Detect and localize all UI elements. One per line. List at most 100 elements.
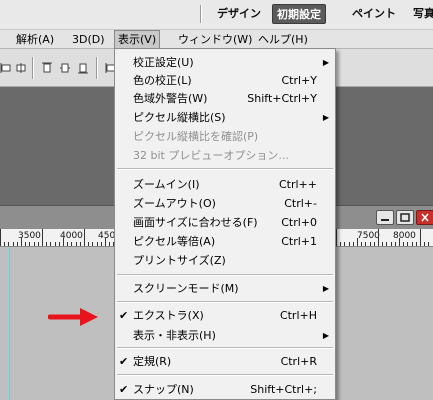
menu-item-label: ピクセル縦横比を確認(P) bbox=[133, 130, 259, 143]
ruler-tick bbox=[25, 242, 26, 246]
ruler-tick bbox=[63, 238, 64, 246]
workspace-photography[interactable]: 写真 bbox=[409, 4, 433, 24]
menu-item-print-size[interactable]: プリントサイズ(Z) bbox=[115, 251, 335, 270]
check-icon: ✔ bbox=[119, 383, 129, 396]
ruler-tick bbox=[407, 242, 408, 246]
ruler-tick bbox=[59, 242, 60, 246]
menu-item-label: スクリーンモード(M) bbox=[133, 282, 239, 295]
menu-divider bbox=[117, 374, 333, 376]
ruler-tick bbox=[374, 242, 375, 246]
menu-3d[interactable]: 3D(D) bbox=[72, 30, 105, 49]
menu-item-label: スナップ(N) bbox=[133, 383, 194, 396]
menu-analysis[interactable]: 解析(A) bbox=[16, 30, 54, 49]
minimize-icon bbox=[381, 219, 389, 221]
ruler-tick bbox=[17, 242, 18, 246]
menu-item-actual-pixels[interactable]: ピクセル等倍(A) Ctrl+1 bbox=[115, 232, 335, 251]
guide-line[interactable] bbox=[9, 247, 10, 400]
menu-item-zoom-out[interactable]: ズームアウト(O) Ctrl+- bbox=[115, 194, 335, 213]
ruler-tick bbox=[378, 229, 379, 246]
menu-item-proof-colors[interactable]: 色の校正(L) Ctrl+Y bbox=[115, 71, 335, 90]
menu-item-pixel-aspect-ratio[interactable]: ピクセル縦横比(S) ▶ bbox=[115, 108, 335, 127]
menu-item-shortcut: Ctrl+Y bbox=[281, 74, 317, 87]
workspace-switcher-bar: デザイン 初期設定 ペイント 写真 bbox=[0, 0, 433, 30]
ruler-tick bbox=[109, 242, 110, 246]
workspace-design[interactable]: デザイン bbox=[213, 4, 265, 24]
ruler-tick bbox=[38, 242, 39, 246]
distribute-vcenter-icon[interactable] bbox=[58, 61, 72, 75]
menu-item-shortcut: Ctrl+1 bbox=[281, 235, 317, 248]
workspace-separator bbox=[200, 5, 202, 23]
ruler-tick bbox=[365, 242, 366, 246]
menu-item-show[interactable]: 表示・非表示(H) ▶ bbox=[115, 326, 335, 345]
menu-item-shortcut: Ctrl+R bbox=[280, 355, 317, 368]
menu-item-label: ズームイン(I) bbox=[133, 178, 200, 191]
ruler-tick bbox=[370, 242, 371, 246]
menu-item-zoom-in[interactable]: ズームイン(I) Ctrl++ bbox=[115, 175, 335, 194]
minimize-button[interactable] bbox=[376, 210, 394, 225]
ruler-tick bbox=[336, 229, 337, 246]
submenu-arrow-icon: ▶ bbox=[322, 284, 329, 293]
menu-help[interactable]: ヘルプ(H) bbox=[258, 30, 308, 49]
ruler-tick bbox=[46, 242, 47, 246]
ruler-tick bbox=[412, 242, 413, 246]
distribute-bottom-icon[interactable] bbox=[76, 61, 90, 75]
menu-view[interactable]: 表示(V) bbox=[114, 30, 161, 49]
ruler-tick bbox=[76, 242, 77, 246]
ruler-tick bbox=[403, 242, 404, 246]
ruler-tick bbox=[88, 242, 89, 246]
ruler-label: 8000 bbox=[393, 231, 416, 241]
ruler-tick bbox=[71, 242, 72, 246]
menu-item-label: 校正設定(U) bbox=[133, 56, 194, 69]
menu-item-label: 画面サイズに合わせる(F) bbox=[133, 216, 258, 229]
menu-item-shortcut: Ctrl+0 bbox=[281, 216, 317, 229]
menu-item-label: ズームアウト(O) bbox=[133, 197, 216, 210]
ruler-tick bbox=[42, 229, 43, 246]
ruler-tick bbox=[101, 242, 102, 246]
ruler-tick bbox=[67, 242, 68, 246]
menu-window[interactable]: ウィンドウ(W) bbox=[178, 30, 252, 49]
distribute-top-icon[interactable] bbox=[40, 61, 54, 75]
maximize-button[interactable] bbox=[396, 210, 414, 225]
close-button[interactable] bbox=[416, 210, 433, 225]
ruler-label: 7500 bbox=[357, 231, 380, 241]
menu-item-rulers[interactable]: ✔ 定規(R) Ctrl+R bbox=[115, 352, 335, 371]
menu-divider bbox=[117, 347, 333, 349]
menu-item-screen-mode[interactable]: スクリーンモード(M) ▶ bbox=[115, 279, 335, 298]
options-separator bbox=[96, 57, 98, 79]
align-left-edges-icon[interactable] bbox=[0, 61, 14, 75]
menu-item-fit-on-screen[interactable]: 画面サイズに合わせる(F) Ctrl+0 bbox=[115, 213, 335, 232]
ruler-tick bbox=[84, 229, 85, 246]
ruler-tick bbox=[428, 242, 429, 246]
menu-item-shortcut: Ctrl++ bbox=[278, 178, 317, 191]
workspace-essentials[interactable]: 初期設定 bbox=[272, 4, 326, 24]
close-icon bbox=[421, 213, 429, 222]
menu-item-label: 色域外警告(W) bbox=[133, 92, 208, 105]
menu-item-shortcut: Shift+Ctrl+Y bbox=[247, 92, 317, 105]
submenu-arrow-icon: ▶ bbox=[322, 113, 329, 122]
menu-item-extras[interactable]: ✔ エクストラ(X) Ctrl+H bbox=[115, 306, 335, 325]
menu-item-gamut-warning[interactable]: 色域外警告(W) Shift+Ctrl+Y bbox=[115, 89, 335, 108]
check-icon: ✔ bbox=[119, 355, 129, 368]
ruler-tick bbox=[353, 242, 354, 246]
menu-item-label: ピクセル縦横比(S) bbox=[133, 111, 226, 124]
menu-item-label: 定規(R) bbox=[133, 355, 172, 368]
ruler-tick bbox=[382, 242, 383, 246]
align-centers-icon[interactable] bbox=[14, 61, 28, 75]
menu-item-pixel-aspect-correction[interactable]: ピクセル縦横比を確認(P) bbox=[115, 127, 335, 146]
menu-item-label: 32 bit プレビューオプション... bbox=[133, 149, 289, 162]
menu-item-snap[interactable]: ✔ スナップ(N) Shift+Ctrl+; bbox=[115, 380, 335, 399]
maximize-icon bbox=[400, 213, 410, 222]
ruler-tick bbox=[349, 242, 350, 246]
ruler-tick bbox=[29, 242, 30, 246]
menu-item-proof-setup[interactable]: 校正設定(U) ▶ bbox=[115, 53, 335, 72]
ruler-tick bbox=[97, 242, 98, 246]
workspace-painting[interactable]: ペイント bbox=[348, 4, 400, 24]
submenu-arrow-icon: ▶ bbox=[322, 331, 329, 340]
ruler-tick bbox=[0, 229, 1, 246]
ruler-tick bbox=[395, 242, 396, 246]
menu-divider bbox=[117, 168, 333, 170]
menu-divider bbox=[117, 301, 333, 303]
menu-item-32bit-preview-options[interactable]: 32 bit プレビューオプション... bbox=[115, 146, 335, 165]
ruler-tick bbox=[92, 242, 93, 246]
ruler-tick bbox=[4, 242, 5, 246]
